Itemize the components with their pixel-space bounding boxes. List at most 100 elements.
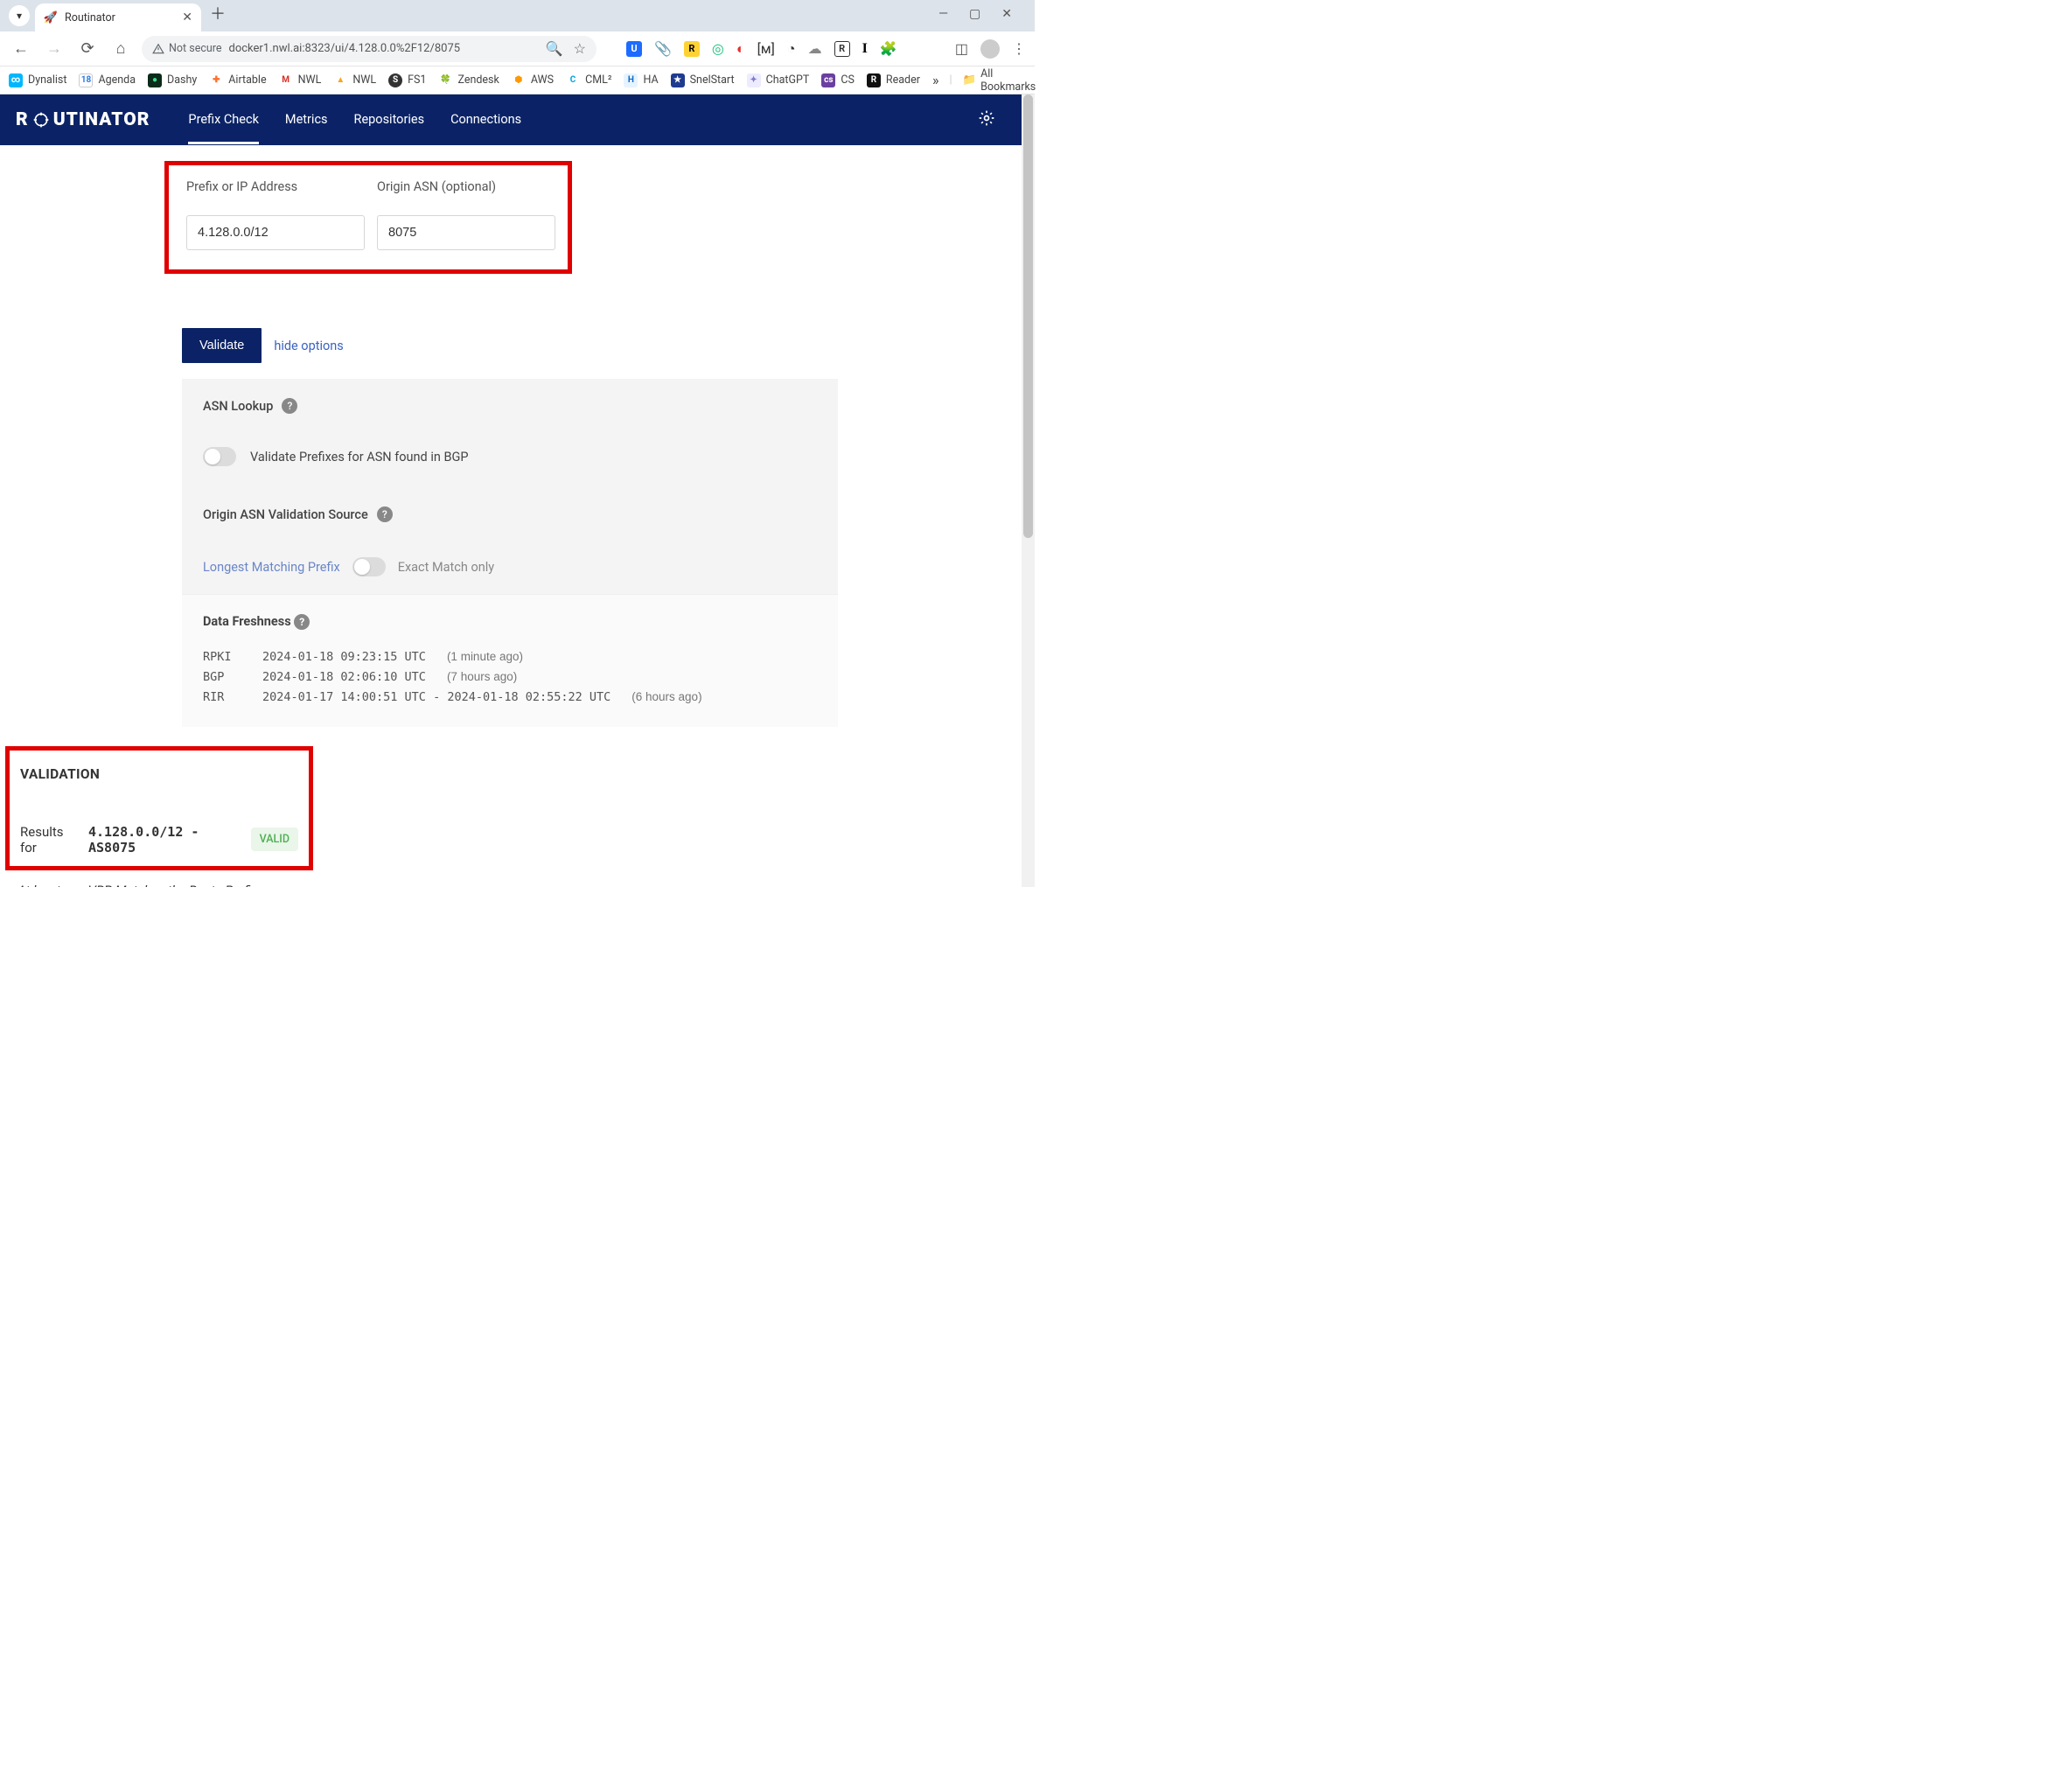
ext-icon[interactable]: R xyxy=(834,41,850,57)
freshness-row: BGP 2024-01-18 02:06:10 UTC (7 hours ago… xyxy=(203,667,817,688)
ext-icon[interactable]: ◔ xyxy=(787,40,796,58)
bookmark-item[interactable]: ▲NWL xyxy=(333,73,376,87)
ext-icon[interactable]: 📎 xyxy=(654,40,672,57)
globe-crosshair-icon xyxy=(32,110,50,129)
nav-connections[interactable]: Connections xyxy=(450,95,521,144)
bookmark-item[interactable]: csCS xyxy=(821,73,855,87)
tab-close-icon[interactable]: ✕ xyxy=(182,10,192,24)
bookmark-item[interactable]: HHA xyxy=(624,73,658,87)
validate-prefixes-label: Validate Prefixes for ASN found in BGP xyxy=(250,450,469,464)
tab-search-button[interactable]: ▾ xyxy=(9,5,30,26)
freshness-panel: Data Freshness ? RPKI 2024-01-18 09:23:1… xyxy=(182,594,838,727)
settings-button[interactable] xyxy=(978,109,995,130)
exact-match-label: Exact Match only xyxy=(398,560,494,575)
prefix-input[interactable] xyxy=(186,215,365,250)
zoom-icon[interactable]: 🔍 xyxy=(546,40,563,57)
url-text: docker1.nwl.ai:8323/ui/4.128.0.0%2F12/80… xyxy=(229,42,461,55)
tab-title: Routinator xyxy=(65,11,115,24)
side-panel-icon[interactable]: ◫ xyxy=(955,40,968,57)
browser-titlebar: ▾ 🚀 Routinator ✕ ＋ — ▢ ✕ xyxy=(0,0,1035,31)
bookmark-item[interactable]: MNWL xyxy=(279,73,322,87)
ovs-heading: Origin ASN Validation Source ? xyxy=(203,506,817,522)
freshness-time: 2024-01-17 14:00:51 UTC - 2024-01-18 02:… xyxy=(262,688,610,708)
validate-prefixes-toggle[interactable] xyxy=(203,447,236,466)
bookmark-item[interactable]: 18Agenda xyxy=(79,73,136,87)
bookmark-item[interactable]: ⬢AWS xyxy=(512,73,554,87)
bookmarks-bar: ∞Dynalist 18Agenda ●Dashy ✚Airtable MNWL… xyxy=(0,66,1035,94)
freshness-ago: (7 hours ago) xyxy=(447,667,517,688)
bookmarks-overflow-icon[interactable]: » xyxy=(932,72,939,88)
forward-button[interactable]: → xyxy=(42,39,66,58)
options-panel: ASN Lookup ? Validate Prefixes for ASN f… xyxy=(182,379,838,594)
validation-subtitle: At least one VRP Matches the Route Prefi… xyxy=(17,883,1022,887)
help-icon[interactable]: ? xyxy=(294,614,310,630)
gear-icon xyxy=(978,109,995,127)
ext-icon[interactable]: [м] xyxy=(757,40,775,57)
window-maximize-button[interactable]: ▢ xyxy=(969,7,980,21)
reload-button[interactable]: ⟳ xyxy=(75,39,100,58)
extensions-puzzle-icon[interactable]: 🧩 xyxy=(880,40,897,57)
nav-repositories[interactable]: Repositories xyxy=(354,95,425,144)
address-bar[interactable]: Not secure docker1.nwl.ai:8323/ui/4.128.… xyxy=(142,36,596,62)
profile-avatar[interactable] xyxy=(980,39,1000,59)
bookmark-item[interactable]: SFS1 xyxy=(388,73,426,87)
asn-input[interactable] xyxy=(377,215,555,250)
hide-options-link[interactable]: hide options xyxy=(274,339,343,353)
chrome-menu-icon[interactable]: ⋮ xyxy=(1012,40,1026,57)
asn-label: Origin ASN (optional) xyxy=(377,179,555,194)
brand-logo[interactable]: RUTINATOR xyxy=(16,109,150,130)
freshness-row: RPKI 2024-01-18 09:23:15 UTC (1 minute a… xyxy=(203,647,817,667)
ext-icon[interactable]: R xyxy=(684,41,700,57)
results-for-label: Results for xyxy=(20,824,78,856)
bookmark-item[interactable]: ∞Dynalist xyxy=(9,73,66,87)
scrollbar-thumb[interactable] xyxy=(1023,94,1033,538)
nav-metrics[interactable]: Metrics xyxy=(285,95,328,144)
freshness-heading: Data Freshness ? xyxy=(203,614,817,630)
freshness-ago: (6 hours ago) xyxy=(631,688,701,708)
new-tab-button[interactable]: ＋ xyxy=(210,2,226,24)
ext-icon[interactable]: ◐ xyxy=(736,40,745,58)
tab-favicon: 🚀 xyxy=(44,10,58,24)
freshness-row: RIR 2024-01-17 14:00:51 UTC - 2024-01-18… xyxy=(203,688,817,708)
validation-heading: VALIDATION xyxy=(20,766,298,782)
validate-button[interactable]: Validate xyxy=(182,328,262,363)
back-button[interactable]: ← xyxy=(9,39,33,58)
ext-icon[interactable]: I xyxy=(862,41,868,57)
browser-toolbar: ← → ⟳ ⌂ Not secure docker1.nwl.ai:8323/u… xyxy=(0,31,1035,66)
bookmark-item[interactable]: ✚Airtable xyxy=(209,73,266,87)
all-bookmarks-button[interactable]: 📁 All Bookmarks xyxy=(963,67,1036,94)
browser-tab[interactable]: 🚀 Routinator ✕ xyxy=(35,3,201,31)
not-secure-label: Not secure xyxy=(169,42,222,55)
freshness-key: RIR xyxy=(203,688,241,708)
ext-icon[interactable]: ◎ xyxy=(712,40,724,57)
help-icon[interactable]: ? xyxy=(377,506,393,522)
bookmark-item[interactable]: ★SnelStart xyxy=(671,73,735,87)
nav-prefix-check[interactable]: Prefix Check xyxy=(188,95,259,144)
app-header: RUTINATOR Prefix Check Metrics Repositor… xyxy=(0,94,1022,145)
security-chip[interactable]: Not secure xyxy=(152,42,222,55)
validation-highlight-box: VALIDATION Results for 4.128.0.0/12 - AS… xyxy=(5,746,313,870)
freshness-time: 2024-01-18 09:23:15 UTC xyxy=(262,647,426,667)
bookmark-item[interactable]: 🍀Zendesk xyxy=(438,73,499,87)
home-button[interactable]: ⌂ xyxy=(108,39,133,58)
freshness-key: BGP xyxy=(203,667,241,688)
asn-lookup-heading: ASN Lookup ? xyxy=(203,398,817,414)
window-close-button[interactable]: ✕ xyxy=(1001,7,1012,21)
ext-icon[interactable]: ☁ xyxy=(808,40,822,57)
status-badge: VALID xyxy=(251,828,298,851)
bookmark-star-icon[interactable]: ☆ xyxy=(574,40,586,57)
results-query: 4.128.0.0/12 - AS8075 xyxy=(88,824,241,856)
vertical-scrollbar[interactable] xyxy=(1022,94,1035,887)
warning-triangle-icon xyxy=(152,43,164,55)
freshness-key: RPKI xyxy=(203,647,241,667)
help-icon[interactable]: ? xyxy=(282,398,297,414)
bookmark-item[interactable]: ✦ChatGPT xyxy=(747,73,810,87)
bookmark-item[interactable]: CCML² xyxy=(566,73,611,87)
match-mode-toggle[interactable] xyxy=(352,557,386,576)
bookmark-item[interactable]: ●Dashy xyxy=(148,73,197,87)
longest-matching-prefix-label: Longest Matching Prefix xyxy=(203,560,340,575)
input-highlight-box: Prefix or IP Address Origin ASN (optiona… xyxy=(164,161,572,274)
ext-icon[interactable]: U xyxy=(626,41,642,57)
window-minimize-button[interactable]: — xyxy=(938,7,948,21)
bookmark-item[interactable]: RReader xyxy=(867,73,920,87)
